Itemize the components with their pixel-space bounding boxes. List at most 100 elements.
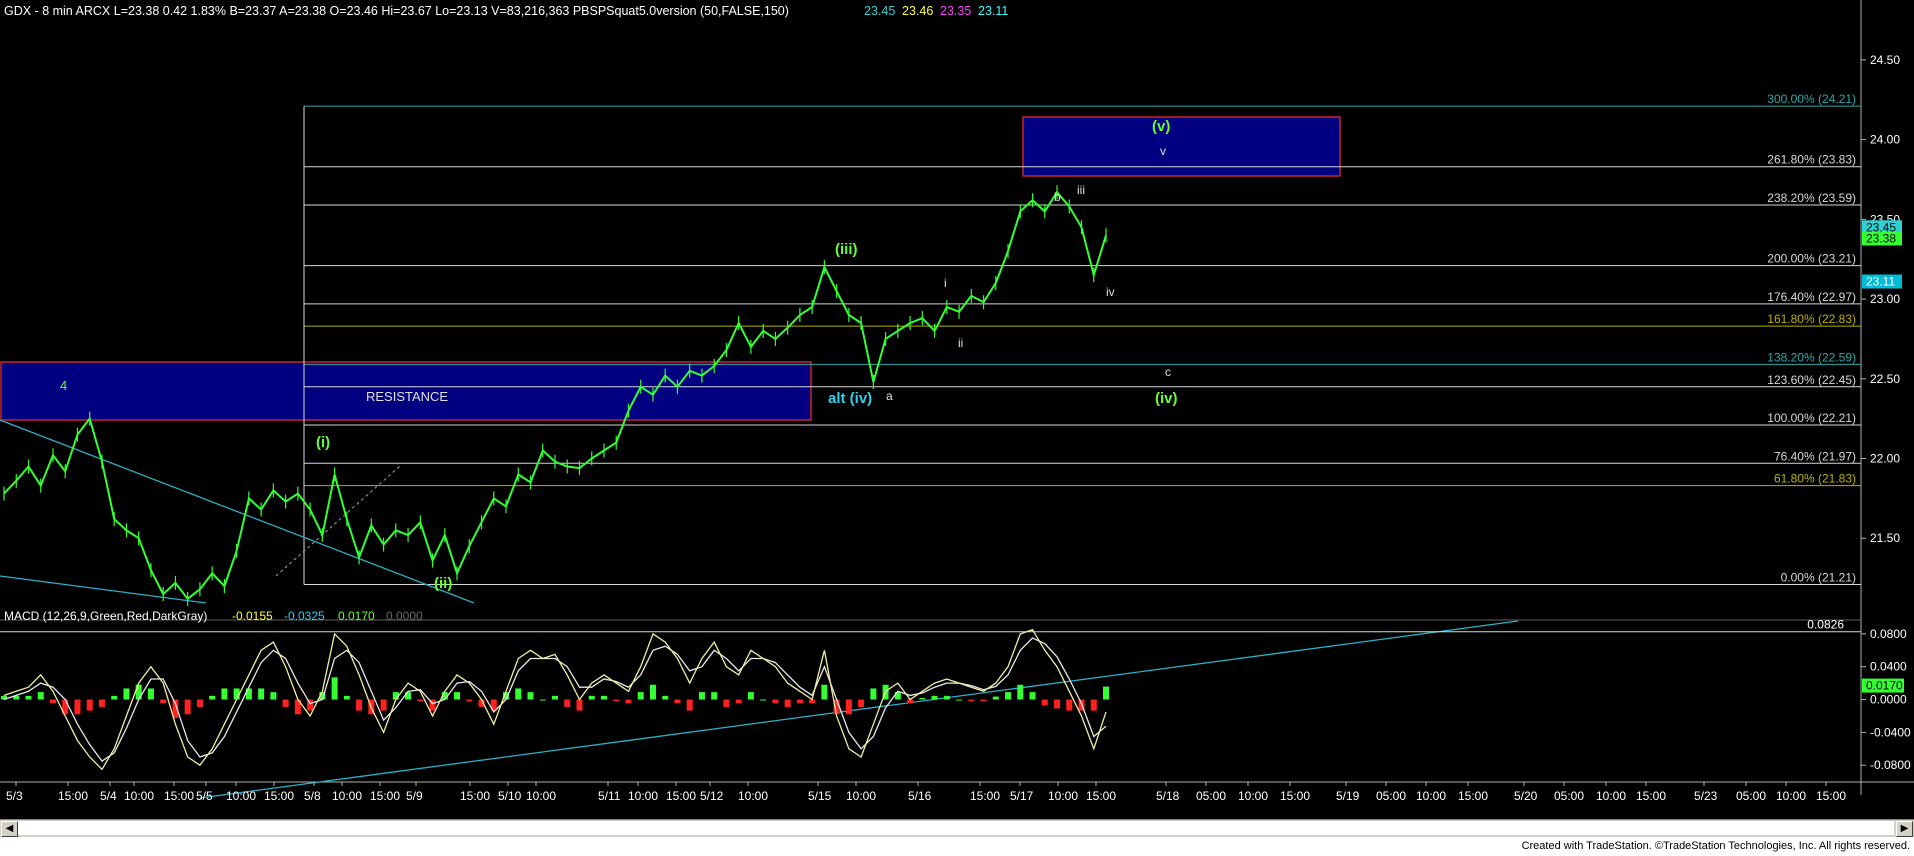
macd-hist-bar-83 [1017, 684, 1024, 700]
time-tick-label-8: 5/8 [304, 789, 321, 803]
time-tick-label-38: 15:00 [1636, 789, 1666, 803]
time-tick-label-17: 15:00 [666, 789, 696, 803]
time-tick-label-2: 5/4 [100, 789, 117, 803]
macd-hist-bar-60 [735, 699, 742, 704]
time-tick-label-1: 15:00 [58, 789, 88, 803]
macd-hist-bar-42 [515, 688, 522, 700]
macd-hist-bar-61 [747, 692, 754, 700]
time-tick-label-14: 10:00 [526, 789, 556, 803]
macd-hist-bar-45 [552, 695, 558, 700]
macd-hist-bar-4 [49, 699, 56, 704]
chart-header-title: GDX - 8 min ARCX L=23.38 0.42 1.83% B=23… [4, 4, 789, 18]
macd-value-1: -0.0155 [232, 609, 273, 623]
last-price-label-2: 23.11 [1866, 275, 1895, 289]
macd-hist-bar-55 [674, 699, 681, 704]
footer-credit: Created with TradeStation. ©TradeStation… [1521, 840, 1910, 852]
time-tick-label-32: 05:00 [1376, 789, 1406, 803]
macd-hist-bar-15 [184, 699, 191, 715]
header-value-1: 23.45 [864, 4, 895, 18]
time-tick-label-35: 5/20 [1514, 789, 1538, 803]
time-tick-label-40: 05:00 [1736, 789, 1766, 803]
macd-hist-bar-8 [98, 699, 105, 707]
macd-hist-bar-34 [417, 699, 424, 702]
fib-label-2: 238.20% (23.59) [1767, 191, 1856, 205]
time-tick-label-27: 5/18 [1156, 789, 1180, 803]
macd-value-3: 0.0170 [338, 609, 375, 623]
macd-hist-bar-67 [821, 684, 828, 700]
macd-tick-label-3: -0.0400 [1870, 725, 1911, 739]
footer: Created with TradeStation. ©TradeStation… [0, 837, 1914, 856]
price-tick-label-1: 24.00 [1870, 133, 1900, 147]
macd-hist-bar-75 [919, 698, 926, 700]
macd-tick-label-4: -0.0800 [1870, 758, 1911, 772]
wave-sub-i-label: i [944, 276, 947, 290]
macd-hist-bar-46 [564, 699, 571, 707]
time-tick-label-11: 5/9 [406, 789, 423, 803]
time-tick-label-6: 10:00 [226, 789, 256, 803]
macd-hist-bar-6 [74, 699, 81, 715]
time-tick-label-30: 15:00 [1280, 789, 1310, 803]
time-tick-label-4: 15:00 [164, 789, 194, 803]
wave-4-label: 4 [60, 378, 67, 393]
wave-b-label: b [1054, 190, 1061, 204]
macd-value-4: 0.0000 [386, 609, 423, 623]
fib-label-10: 61.80% (21.83) [1774, 472, 1856, 486]
macd-hist-bar-43 [527, 692, 534, 700]
macd-hist-bar-62 [760, 699, 767, 701]
macd-hist-bar-44 [539, 699, 546, 701]
macd-hist-bar-77 [943, 695, 950, 700]
fib-label-1: 261.80% (23.83) [1767, 153, 1856, 167]
macd-value-2: -0.0325 [284, 609, 325, 623]
wave-iii-label: (iii) [835, 241, 858, 258]
alt-iv-label: alt (iv) [828, 390, 872, 407]
price-tick-label-6: 21.50 [1870, 531, 1900, 545]
scroll-thumb[interactable] [18, 821, 1894, 835]
fib-label-11: 0.00% (21.21) [1781, 570, 1856, 584]
macd-hist-bar-52 [637, 692, 644, 700]
header-value-3: 23.35 [940, 4, 971, 18]
macd-hist-bar-63 [772, 699, 779, 704]
macd-tick-label-0: 0.0800 [1870, 627, 1907, 641]
time-tick-label-25: 10:00 [1048, 789, 1078, 803]
time-tick-label-37: 10:00 [1596, 789, 1626, 803]
time-tick-label-41: 10:00 [1776, 789, 1806, 803]
time-tick-label-20: 5/15 [808, 789, 832, 803]
macd-hist-bar-31 [380, 699, 387, 711]
macd-hist-bar-16 [196, 699, 203, 707]
macd-hist-bar-86 [1054, 699, 1061, 709]
fib-label-6: 138.20% (22.59) [1767, 350, 1856, 364]
macd-hist-bar-48 [588, 695, 595, 700]
macd-hist-bar-50 [613, 699, 620, 702]
macd-hist-bar-13 [160, 699, 167, 704]
macd-hist-bar-80 [980, 699, 987, 702]
macd-hist-bar-81 [992, 696, 999, 700]
time-tick-label-23: 15:00 [970, 789, 1000, 803]
last-price-label-1: 23.38 [1866, 231, 1896, 245]
scroll-right-icon[interactable]: ▶ [1896, 821, 1913, 837]
macd-tick-label-1: 0.0400 [1870, 660, 1907, 674]
price-tick-label-4: 22.50 [1870, 372, 1900, 386]
fib-label-4: 176.40% (22.97) [1767, 290, 1856, 304]
macd-hist-bar-85 [1041, 699, 1048, 706]
macd-hist-bar-47 [576, 699, 583, 711]
time-tick-label-19: 10:00 [738, 789, 768, 803]
time-tick-label-5: 5/5 [196, 789, 213, 803]
fib-label-9: 76.40% (21.97) [1774, 449, 1856, 463]
macd-hist-bar-38 [466, 699, 473, 702]
horizontal-scrollbar[interactable]: ◀ ▶ [0, 819, 1914, 837]
macd-hist-bar-18 [221, 688, 228, 700]
time-tick-label-39: 5/23 [1694, 789, 1718, 803]
macd-hist-bar-17 [209, 695, 216, 700]
scroll-left-icon[interactable]: ◀ [1, 821, 18, 837]
macd-hist-bar-58 [711, 692, 718, 700]
time-tick-label-29: 10:00 [1238, 789, 1268, 803]
wave-v-label: (v) [1152, 118, 1170, 135]
macd-hist-bar-21 [258, 688, 265, 700]
macd-hist-bar-9 [111, 695, 118, 700]
macd-hist-bar-64 [784, 699, 791, 707]
macd-hist-bar-28 [343, 695, 350, 700]
macd-hist-bar-49 [600, 695, 607, 700]
price-tick-label-5: 22.00 [1870, 452, 1900, 466]
time-tick-label-16: 10:00 [628, 789, 658, 803]
macd-hist-bar-71 [870, 688, 877, 700]
